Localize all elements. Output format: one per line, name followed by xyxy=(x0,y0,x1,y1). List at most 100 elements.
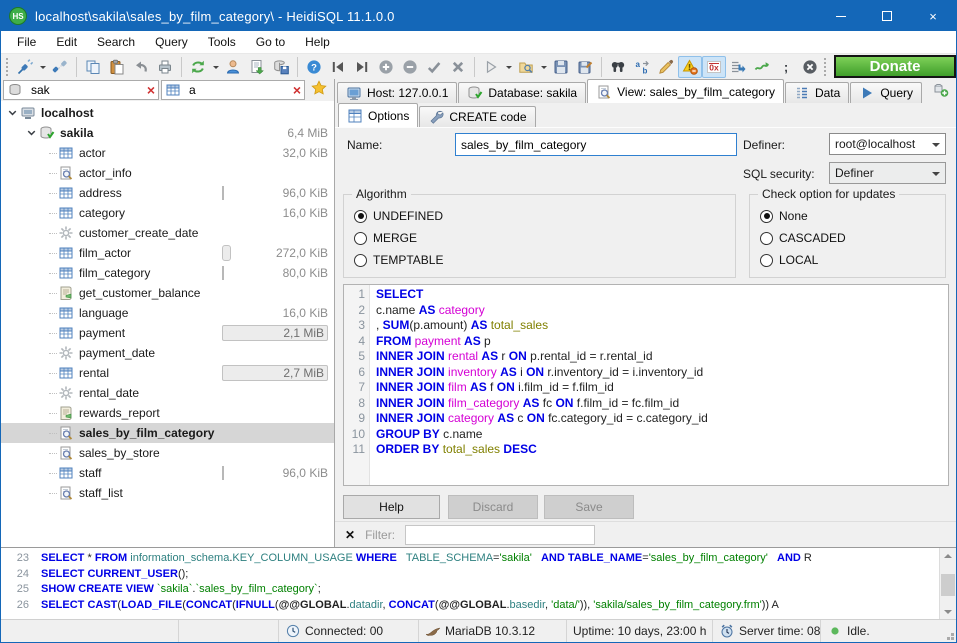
filter-input[interactable] xyxy=(405,525,595,545)
log-scrollbar[interactable] xyxy=(939,548,956,619)
radio-check-option-none[interactable]: None xyxy=(750,205,945,227)
find-text-button[interactable] xyxy=(606,56,630,78)
close-button[interactable]: × xyxy=(910,1,956,31)
save-sql-button[interactable] xyxy=(549,56,573,78)
tab-view-sales-by-film-category[interactable]: View: sales_by_film_category xyxy=(587,79,784,103)
save-sql-as-button[interactable] xyxy=(573,56,597,78)
tree-item-get_customer_balance[interactable]: get_customer_balance xyxy=(1,283,334,303)
save-button[interactable]: Save xyxy=(544,495,634,519)
chevron-down-icon[interactable] xyxy=(24,125,39,141)
close-filter-icon[interactable]: ✕ xyxy=(345,528,355,542)
refresh-dropdown[interactable] xyxy=(210,56,221,78)
radio-check-option-local[interactable]: LOCAL xyxy=(750,249,945,271)
chevron-down-icon[interactable] xyxy=(5,105,20,121)
menu-help[interactable]: Help xyxy=(295,31,340,53)
last-record-button[interactable] xyxy=(350,56,374,78)
reconnect-button[interactable] xyxy=(750,56,774,78)
database-filter-input[interactable] xyxy=(31,83,144,97)
help-button[interactable]: Help xyxy=(343,495,440,519)
toolbar-grip[interactable] xyxy=(824,58,829,76)
menu-query[interactable]: Query xyxy=(145,31,198,53)
load-sql-file-button[interactable] xyxy=(514,56,538,78)
delete-row-button[interactable] xyxy=(398,56,422,78)
indent-button[interactable] xyxy=(726,56,750,78)
tab-query[interactable]: Query xyxy=(850,82,922,103)
tree-item-film_category[interactable]: film_category80,0 KiB xyxy=(1,263,334,283)
tree-item-language[interactable]: language16,0 KiB xyxy=(1,303,334,323)
copy-button[interactable] xyxy=(81,56,105,78)
export-database-button[interactable] xyxy=(245,56,269,78)
user-manager-button[interactable] xyxy=(221,56,245,78)
menu-file[interactable]: File xyxy=(7,31,46,53)
radio-algorithm-temptable[interactable]: TEMPTABLE xyxy=(344,249,735,271)
tree-item-rental[interactable]: rental2,7 MiB xyxy=(1,363,334,383)
undo-button[interactable] xyxy=(129,56,153,78)
tree-item-actor_info[interactable]: actor_info xyxy=(1,163,334,183)
tree-item-payment[interactable]: payment2,1 MiB xyxy=(1,323,334,343)
tree-item-rental_date[interactable]: rental_date xyxy=(1,383,334,403)
insert-row-button[interactable] xyxy=(374,56,398,78)
disconnect-session-button[interactable] xyxy=(48,56,72,78)
cancel-query-button[interactable] xyxy=(798,56,822,78)
minimize-button[interactable] xyxy=(818,1,864,31)
menu-tools[interactable]: Tools xyxy=(198,31,246,53)
blob-as-text-button[interactable] xyxy=(678,56,702,78)
favorites-button[interactable] xyxy=(307,80,331,100)
new-query-tab-button[interactable] xyxy=(929,79,953,101)
tree-item-rewards_report[interactable]: rewards_report xyxy=(1,403,334,423)
delimiter-button[interactable]: ; xyxy=(774,56,798,78)
donate-button[interactable]: Donate xyxy=(834,55,956,78)
save-snapshot-button[interactable] xyxy=(269,56,293,78)
connect-session-button[interactable] xyxy=(13,56,37,78)
sql-editor[interactable]: 1234567891011 SELECTc.name AS category, … xyxy=(343,284,949,486)
replace-text-button[interactable]: ab xyxy=(630,56,654,78)
menu-go-to[interactable]: Go to xyxy=(246,31,295,53)
scroll-down-icon[interactable] xyxy=(940,604,956,619)
discard-button[interactable]: Discard xyxy=(448,495,538,519)
tree-item-film_actor[interactable]: film_actor272,0 KiB xyxy=(1,243,334,263)
clear-filter-icon[interactable]: × xyxy=(293,83,301,97)
sql-security-combo[interactable]: Definer xyxy=(829,162,946,184)
menu-search[interactable]: Search xyxy=(87,31,145,53)
tab-data[interactable]: Data xyxy=(785,82,849,103)
radio-algorithm-merge[interactable]: MERGE xyxy=(344,227,735,249)
radio-check-option-cascaded[interactable]: CASCADED xyxy=(750,227,945,249)
table-filter-input[interactable] xyxy=(189,83,290,97)
binary-in-hex-button[interactable]: 0x xyxy=(702,56,726,78)
tree-item-actor[interactable]: actor32,0 KiB xyxy=(1,143,334,163)
maximize-button[interactable] xyxy=(864,1,910,31)
execute-sql-dropdown[interactable] xyxy=(503,56,514,78)
help-button[interactable]: ? xyxy=(302,56,326,78)
sql-log-panel[interactable]: 23242526 SELECT * FROM information_schem… xyxy=(1,547,956,619)
definer-combo[interactable]: root@localhost xyxy=(829,133,946,155)
refresh-button[interactable] xyxy=(186,56,210,78)
load-sql-file-dropdown[interactable] xyxy=(538,56,549,78)
tree-item-customer_create_date[interactable]: customer_create_date xyxy=(1,223,334,243)
clear-filter-icon[interactable]: × xyxy=(147,83,155,97)
view-name-input[interactable] xyxy=(455,133,737,156)
connect-session-dropdown[interactable] xyxy=(37,56,48,78)
menu-edit[interactable]: Edit xyxy=(46,31,87,53)
execute-sql-button[interactable] xyxy=(479,56,503,78)
scrollbar-thumb[interactable] xyxy=(941,574,955,596)
tree-item-staff_list[interactable]: staff_list xyxy=(1,483,334,503)
scroll-up-icon[interactable] xyxy=(940,548,956,563)
tab-database-sakila[interactable]: Database: sakila xyxy=(458,82,586,103)
tree-item-category[interactable]: category16,0 KiB xyxy=(1,203,334,223)
reformat-sql-button[interactable] xyxy=(654,56,678,78)
tree-item-payment_date[interactable]: payment_date xyxy=(1,343,334,363)
first-record-button[interactable] xyxy=(326,56,350,78)
subtab-create-code[interactable]: CREATE code xyxy=(419,106,535,127)
tree-item-sakila[interactable]: sakila6,4 MiB xyxy=(1,123,334,143)
table-filter[interactable]: × xyxy=(161,80,305,100)
toolbar-grip[interactable] xyxy=(6,58,8,76)
tree-item-staff[interactable]: staff96,0 KiB xyxy=(1,463,334,483)
cancel-editing-button[interactable] xyxy=(446,56,470,78)
subtab-options[interactable]: Options xyxy=(338,103,418,127)
database-filter[interactable]: × xyxy=(3,80,159,100)
radio-algorithm-undefined[interactable]: UNDEFINED xyxy=(344,205,735,227)
paste-button[interactable] xyxy=(105,56,129,78)
tree-item-sales_by_store[interactable]: sales_by_store xyxy=(1,443,334,463)
tab-host-127-0-0-1[interactable]: Host: 127.0.0.1 xyxy=(337,82,457,103)
post-changes-button[interactable] xyxy=(422,56,446,78)
